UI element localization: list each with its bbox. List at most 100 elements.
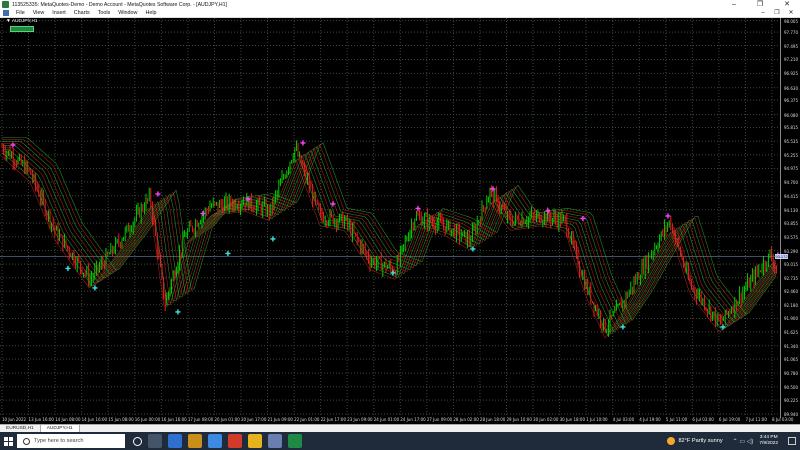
mail-icon[interactable] <box>208 434 222 448</box>
clock[interactable]: 3:44 PM 7/9/2022 <box>759 435 778 447</box>
time-tick-label: 21 Jun 09:00 <box>267 417 293 422</box>
time-tick-label: 22 Jun 17:00 <box>320 417 347 422</box>
window-title: 113525335: MetaQuotes-Demo - Demo Accoun… <box>12 1 227 8</box>
price-tick-label: 91.340 <box>784 343 798 349</box>
price-tick-label: 91.065 <box>784 357 798 363</box>
price-tick-label: 90.780 <box>784 371 798 377</box>
task-view-icon[interactable] <box>148 434 162 448</box>
time-tick-label: 1 Jul 10:00 <box>586 417 608 422</box>
time-tick-label: 16 Jun 16:00 <box>161 417 187 422</box>
time-tick-label: 10 Jun 2022 <box>2 417 27 422</box>
price-tick-label: 96.925 <box>784 71 798 77</box>
price-tick-label: 96.375 <box>784 98 798 104</box>
time-tick-label: 24 Jun 01:00 <box>373 417 400 422</box>
weather-widget[interactable]: 82°F Partly sunny <box>667 437 723 445</box>
high-marker: ✚ <box>415 205 421 213</box>
menu-charts[interactable]: Charts <box>70 10 94 16</box>
high-marker: ✚ <box>10 142 16 150</box>
time-axis[interactable]: 10 Jun 2022 13 Jun 16:00 14 Jun 08:00 14 Ju… <box>0 416 793 424</box>
tab-audjpy[interactable]: AUDJPY,H1 <box>40 425 80 432</box>
price-tick-label: 94.130 <box>784 207 798 213</box>
notifications-icon[interactable] <box>788 437 796 445</box>
low-marker: ✚ <box>175 309 181 317</box>
current-price-label: 93.172 <box>775 253 788 259</box>
price-scale[interactable]: 98.005 97.770 97.495 97.210 96.925 96.630 96.3… <box>780 18 800 418</box>
price-tick-label: 94.700 <box>784 179 798 185</box>
search-placeholder: Type here to search <box>34 438 84 444</box>
high-marker: ✚ <box>580 215 586 223</box>
time-tick-label: 28 Jun 18:00 <box>479 417 506 422</box>
symbol-text: AUDJPY,H1 <box>11 19 38 24</box>
low-marker: ✚ <box>225 250 231 258</box>
time-tick-label: 8 Jul 03:00 <box>772 417 794 422</box>
low-marker: ✚ <box>65 265 71 273</box>
time-tick-label: 13 Jun 16:00 <box>28 417 54 422</box>
menu-file[interactable]: File <box>12 10 29 16</box>
low-marker: ✚ <box>390 270 396 278</box>
time-tick-label: 28 Jun 02:00 <box>453 417 479 422</box>
chart-canvas[interactable]: ✚✚✚✚✚✚✚✚✚✚✚✚✚✚✚✚✚✚✚✚✚ <box>0 18 780 416</box>
menu-insert[interactable]: Insert <box>48 10 69 16</box>
time-tick-label: 29 Jun 10:00 <box>506 417 532 422</box>
price-tick-label: 93.290 <box>784 248 798 254</box>
chart-minimize-button[interactable]: – <box>758 9 768 18</box>
time-tick-label: 22 Jun 01:00 <box>294 417 320 422</box>
time-tick-label: 5 Jul 11:00 <box>665 417 688 422</box>
price-tick-label: 91.625 <box>784 329 798 335</box>
menu-tools[interactable]: Tools <box>94 10 115 16</box>
menu-bar: File View Insert Charts Tools Window Hel… <box>0 9 800 18</box>
one-click-trading-panel[interactable] <box>10 26 34 32</box>
price-tick-label: 92.460 <box>784 289 798 295</box>
time-tick-label: 6 Jul 19:00 <box>718 417 741 422</box>
price-tick-label: 91.900 <box>784 316 798 322</box>
minimize-button[interactable]: – <box>721 0 747 9</box>
time-tick-label: 17 Jun 08:00 <box>187 417 214 422</box>
low-marker: ✚ <box>270 236 276 244</box>
menu-window[interactable]: Window <box>114 10 141 16</box>
chart-restore-button[interactable]: ❐ <box>772 9 782 18</box>
price-tick-label: 90.500 <box>784 384 798 390</box>
time-tick-label: 30 Jun 18:00 <box>559 417 585 422</box>
windows-logo-icon <box>3 436 13 446</box>
high-marker: ✚ <box>200 210 206 218</box>
maximize-button[interactable]: ❐ <box>747 0 773 9</box>
time-tick-label: 7 Jul 11:00 <box>745 417 767 422</box>
edge-icon[interactable] <box>168 434 182 448</box>
system-icons[interactable]: ⌃ ▭ ◁) <box>733 438 754 445</box>
price-tick-label: 92.735 <box>784 275 798 281</box>
menu-help[interactable]: Help <box>141 10 160 16</box>
file-explorer-icon[interactable] <box>188 434 202 448</box>
office-icon[interactable] <box>228 434 242 448</box>
taskbar-search[interactable]: Type here to search <box>17 434 125 448</box>
chart-window-icon[interactable] <box>3 10 9 16</box>
high-marker: ✚ <box>330 200 336 208</box>
moving-average-line <box>2 137 777 322</box>
price-tick-label: 93.575 <box>784 234 798 240</box>
high-marker: ✚ <box>300 139 306 147</box>
time-tick-label: 4 Jul 03:00 <box>612 417 635 422</box>
start-button[interactable] <box>0 432 16 450</box>
time-tick-label: 15 Jun 08:00 <box>108 417 134 422</box>
price-tick-label: 95.535 <box>784 139 798 145</box>
price-chart[interactable]: ✚✚✚✚✚✚✚✚✚✚✚✚✚✚✚✚✚✚✚✚✚ ▼ AUDJPY,H1 98.005… <box>0 18 800 424</box>
price-tick-label: 90.225 <box>784 398 798 404</box>
metatrader-taskbar-icon[interactable] <box>288 434 302 448</box>
chart-tabs: EURUSD,H1 AUDJPY,H1 <box>0 424 800 432</box>
app-icon[interactable] <box>268 434 282 448</box>
price-tick-label: 95.255 <box>784 152 798 158</box>
low-marker: ✚ <box>92 284 98 292</box>
tab-eurusd[interactable]: EURUSD,H1 <box>0 425 41 432</box>
menu-view[interactable]: View <box>29 10 49 16</box>
time-tick-label: 23 Jun 09:00 <box>347 417 373 422</box>
price-tick-label: 98.005 <box>784 18 798 24</box>
high-marker: ✚ <box>545 208 551 216</box>
system-tray: 82°F Partly sunny ⌃ ▭ ◁) 3:44 PM 7/9/202… <box>667 432 800 450</box>
close-button[interactable]: ✕ <box>774 0 800 9</box>
chart-close-button[interactable]: ✕ <box>786 9 796 18</box>
symbol-label: ▼ AUDJPY,H1 <box>6 19 38 24</box>
cortana-icon[interactable] <box>133 436 142 446</box>
chrome-icon[interactable] <box>248 434 262 448</box>
time-tick-label: 16 Jun 00:00 <box>134 417 161 422</box>
time-tick-label: 14 Jun 08:00 <box>55 417 81 422</box>
low-marker: ✚ <box>620 323 626 331</box>
